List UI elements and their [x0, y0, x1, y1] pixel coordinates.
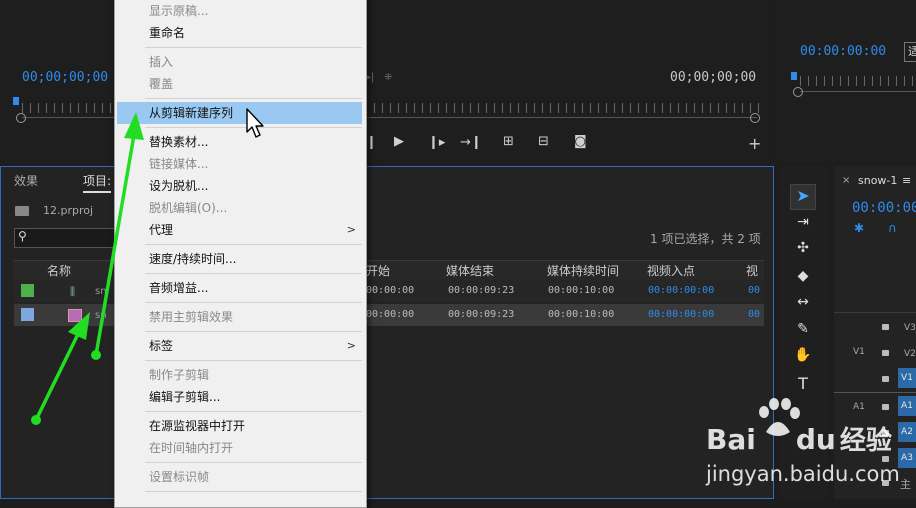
annotation-arrow-line	[94, 133, 136, 357]
watermark-url: jingyan.baidu.com	[706, 462, 900, 486]
watermark-brand-c: 经验	[839, 426, 892, 456]
annotation-arrowhead-icon	[68, 312, 90, 340]
annotation-dot-icon	[91, 350, 101, 360]
annotation-dot-icon	[31, 415, 41, 425]
watermark-brand-a: Bai	[706, 423, 756, 456]
annotation-arrowhead-icon	[124, 112, 144, 140]
watermark-brand: Bai du 经验	[706, 420, 892, 457]
annotation-arrow-line	[34, 328, 82, 422]
watermark-brand-b: du	[795, 423, 836, 456]
